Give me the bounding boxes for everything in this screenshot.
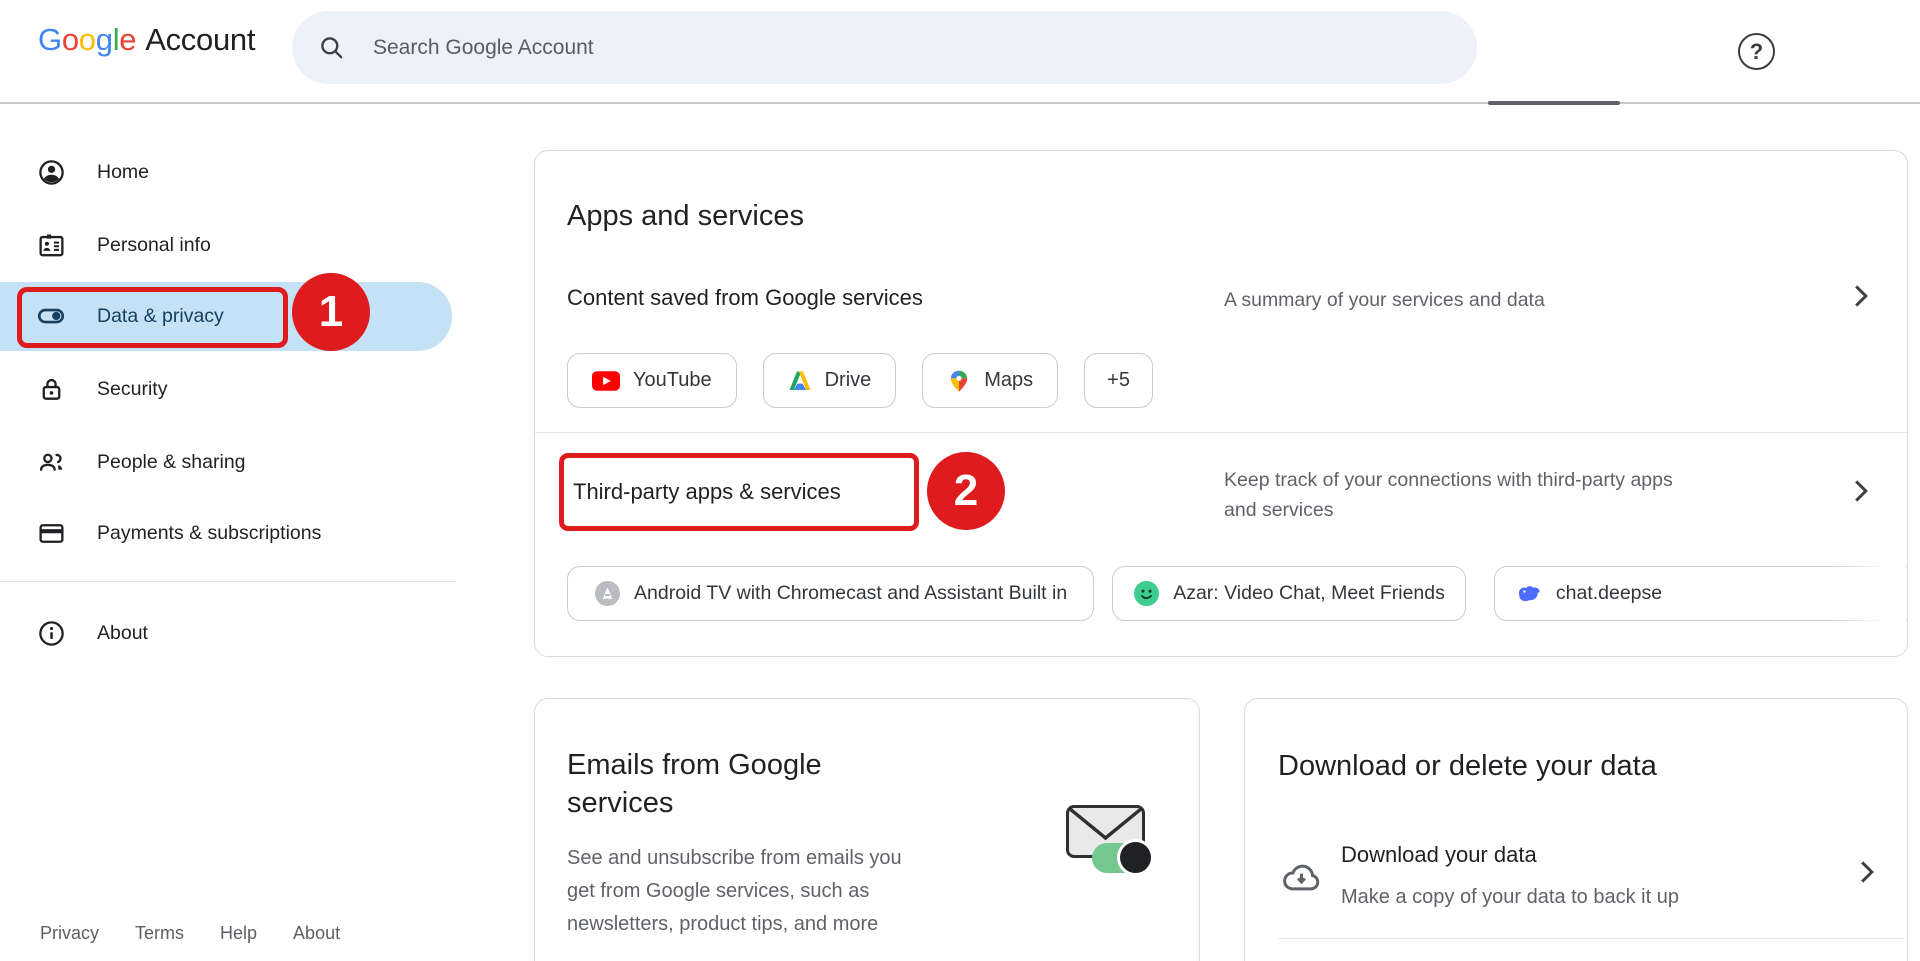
google-account-logo[interactable]: Google Account bbox=[38, 22, 255, 58]
credit-card-icon bbox=[36, 518, 66, 548]
card-title: Download or delete your data bbox=[1278, 747, 1657, 785]
cloud-download-icon bbox=[1279, 856, 1324, 906]
sidebar-divider bbox=[0, 581, 456, 582]
chevron-right-icon bbox=[1851, 479, 1871, 501]
row-title: Content saved from Google services bbox=[567, 285, 923, 311]
download-delete-data-card: Download or delete your data Download yo… bbox=[1244, 698, 1908, 961]
drive-icon bbox=[788, 369, 812, 393]
scroll-indicator bbox=[1488, 101, 1620, 105]
sidebar-item-label: People & sharing bbox=[97, 451, 246, 474]
card-title: Apps and services bbox=[567, 197, 804, 235]
search-input[interactable] bbox=[373, 36, 1273, 60]
google-account-data-privacy-page: Google Account ? Home Personal info bbox=[0, 0, 1920, 961]
footer-link-privacy[interactable]: Privacy bbox=[40, 923, 99, 944]
card-divider bbox=[1278, 938, 1905, 939]
google-services-chips: YouTube Drive Maps +5 bbox=[567, 353, 1153, 408]
annotation-badge-step2: 2 bbox=[927, 452, 1005, 530]
sidebar-item-home[interactable]: Home bbox=[0, 143, 456, 201]
logo-letter: l bbox=[113, 22, 120, 58]
chevron-right-icon bbox=[1851, 284, 1871, 306]
annotation-badge-step1: 1 bbox=[292, 273, 370, 351]
logo-letter: e bbox=[119, 22, 136, 58]
android-tv-icon bbox=[594, 580, 621, 607]
logo-letter: o bbox=[79, 22, 96, 58]
header-divider bbox=[0, 102, 1920, 104]
search-icon bbox=[318, 34, 345, 61]
sidebar-item-label: Payments & subscriptions bbox=[97, 522, 321, 545]
account-circle-icon bbox=[36, 157, 66, 187]
logo-suffix: Account bbox=[145, 22, 255, 58]
annotation-box-step1 bbox=[17, 287, 288, 348]
info-icon bbox=[36, 618, 66, 648]
sidebar-item-people-sharing[interactable]: People & sharing bbox=[0, 433, 456, 491]
chip-deepseek[interactable]: chat.deepse bbox=[1494, 566, 1907, 621]
youtube-icon bbox=[592, 371, 620, 391]
search-bar[interactable] bbox=[292, 11, 1477, 84]
sidebar-item-label: Personal info bbox=[97, 234, 211, 257]
logo-letter: o bbox=[62, 22, 79, 58]
footer: Privacy Terms Help About bbox=[40, 923, 340, 944]
email-toggle-on-icon bbox=[1092, 843, 1151, 873]
toggle-knob bbox=[1120, 842, 1151, 873]
annotation-box-step2 bbox=[559, 453, 919, 531]
sidebar-item-about[interactable]: About bbox=[0, 604, 456, 662]
chip-drive[interactable]: Drive bbox=[763, 353, 897, 408]
deepseek-whale-icon bbox=[1515, 582, 1543, 606]
help-icon[interactable]: ? bbox=[1738, 33, 1775, 70]
logo-letter: g bbox=[96, 22, 113, 58]
sidebar-item-payments[interactable]: Payments & subscriptions bbox=[0, 504, 456, 562]
card-body: See and unsubscribe from emails you get … bbox=[567, 842, 933, 941]
chip-maps[interactable]: Maps bbox=[922, 353, 1058, 408]
chip-label: Maps bbox=[984, 369, 1033, 392]
row-description: Keep track of your connections with thir… bbox=[1224, 465, 1699, 525]
sidebar-item-label: About bbox=[97, 622, 148, 645]
id-card-icon bbox=[36, 230, 66, 260]
chip-label: Azar: Video Chat, Meet Friends bbox=[1173, 582, 1445, 605]
apps-and-services-card: Apps and services Content saved from Goo… bbox=[534, 150, 1908, 657]
footer-link-about[interactable]: About bbox=[293, 923, 340, 944]
footer-link-terms[interactable]: Terms bbox=[135, 923, 184, 944]
chip-azar[interactable]: Azar: Video Chat, Meet Friends bbox=[1112, 566, 1466, 621]
logo-letter: G bbox=[38, 22, 62, 58]
chip-label: +5 bbox=[1107, 369, 1130, 392]
row-title: Download your data bbox=[1341, 842, 1537, 868]
lock-icon bbox=[36, 374, 66, 404]
chip-label: Android TV with Chromecast and Assistant… bbox=[634, 582, 1067, 605]
chip-label: chat.deepse bbox=[1556, 582, 1662, 605]
third-party-apps-chips: Android TV with Chromecast and Assistant… bbox=[567, 566, 1907, 621]
emails-from-google-card: Emails from Google services See and unsu… bbox=[534, 698, 1200, 961]
chip-youtube[interactable]: YouTube bbox=[567, 353, 737, 408]
sidebar-item-label: Home bbox=[97, 161, 149, 184]
row-content-saved[interactable]: Content saved from Google services A sum… bbox=[535, 261, 1907, 341]
chip-label: YouTube bbox=[633, 369, 712, 392]
row-download-your-data[interactable]: Download your data Make a copy of your d… bbox=[1245, 834, 1907, 924]
sidebar-item-label: Security bbox=[97, 378, 167, 401]
chevron-right-icon bbox=[1857, 860, 1877, 882]
maps-icon bbox=[947, 369, 971, 393]
row-description: A summary of your services and data bbox=[1224, 285, 1545, 315]
card-title: Emails from Google services bbox=[567, 746, 912, 822]
footer-link-help[interactable]: Help bbox=[220, 923, 257, 944]
sidebar-item-security[interactable]: Security bbox=[0, 360, 456, 418]
chip-more-services[interactable]: +5 bbox=[1084, 353, 1153, 408]
sidebar-item-personal-info[interactable]: Personal info bbox=[0, 216, 456, 274]
chip-android-tv[interactable]: Android TV with Chromecast and Assistant… bbox=[567, 566, 1094, 621]
people-icon bbox=[36, 447, 66, 477]
row-subtitle: Make a copy of your data to back it up bbox=[1341, 882, 1679, 912]
azar-icon bbox=[1133, 580, 1160, 607]
card-divider bbox=[535, 432, 1907, 433]
chip-label: Drive bbox=[825, 369, 872, 392]
header: Google Account ? bbox=[0, 0, 1920, 103]
